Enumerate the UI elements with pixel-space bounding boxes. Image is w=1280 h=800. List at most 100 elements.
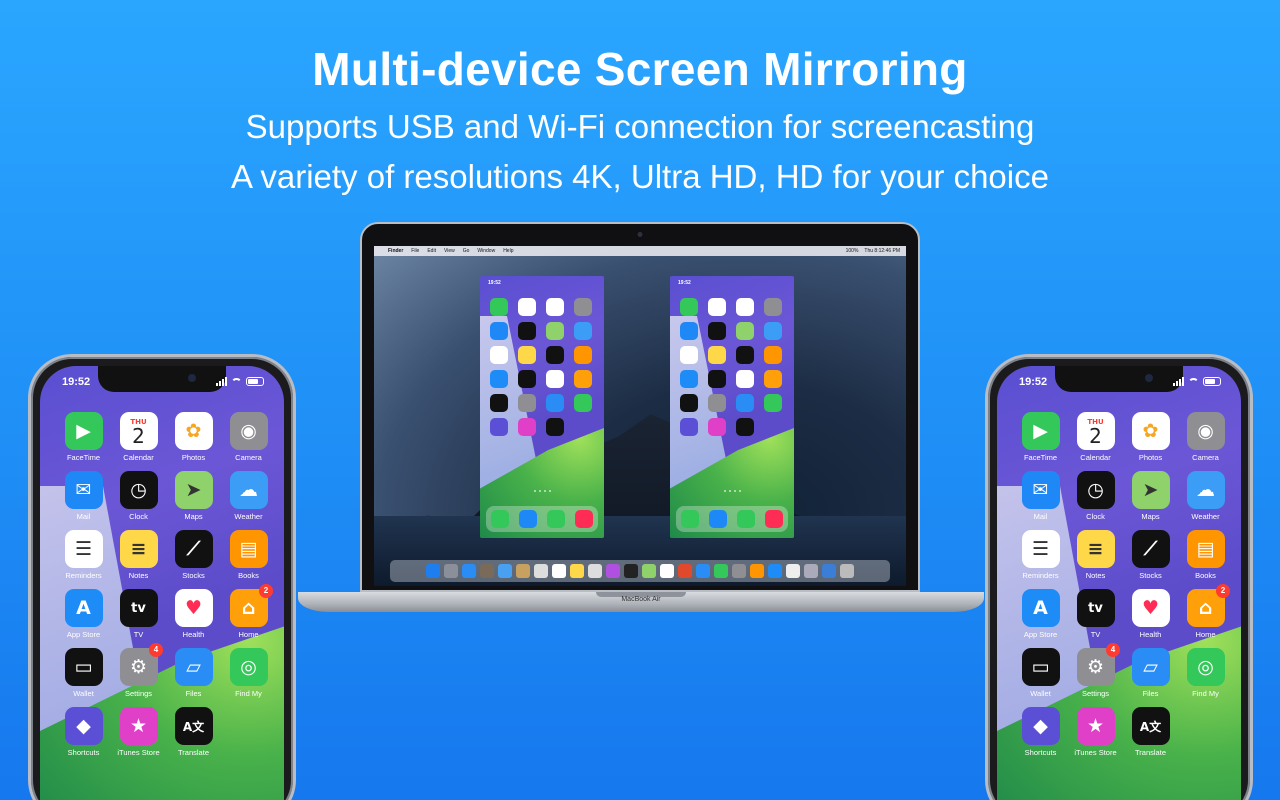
app-calendar[interactable]: THU 2 Calendar bbox=[111, 412, 166, 462]
app-maps[interactable]: ➤ Maps bbox=[166, 471, 221, 521]
health-icon: ♥ bbox=[174, 589, 213, 627]
tv-icon: tv bbox=[119, 589, 158, 627]
app-label: Weather bbox=[234, 512, 263, 521]
app-home[interactable]: ⌂ 2 Home bbox=[221, 584, 276, 639]
app-weather[interactable]: ☁ Weather bbox=[1178, 471, 1233, 521]
menu-file[interactable]: File bbox=[411, 248, 419, 254]
app-wallet[interactable]: ▭ Wallet bbox=[56, 648, 111, 698]
status-icons bbox=[1173, 377, 1221, 386]
app-clock[interactable]: ◷ Clock bbox=[111, 471, 166, 521]
app-label: iTunes Store bbox=[1074, 748, 1117, 757]
mirror-clock-icon bbox=[518, 322, 536, 340]
app-facetime[interactable]: ▶ FaceTime bbox=[56, 412, 111, 462]
camera-icon: ◉ bbox=[1186, 412, 1225, 450]
app-weather[interactable]: ☁ Weather bbox=[221, 471, 276, 521]
menu-window[interactable]: Window bbox=[477, 248, 495, 254]
app-maps[interactable]: ➤ Maps bbox=[1123, 471, 1178, 521]
app-files[interactable]: ▱ Files bbox=[1123, 648, 1178, 698]
app-app-store[interactable]: A App Store bbox=[56, 589, 111, 639]
app-find-my[interactable]: ◎ Find My bbox=[1178, 648, 1233, 698]
mirror-tv-icon bbox=[708, 370, 726, 388]
menu-help[interactable]: Help bbox=[503, 248, 513, 254]
app-label: TV bbox=[133, 630, 144, 639]
menubar-clock[interactable]: Thu 8:12:46 PM bbox=[864, 248, 900, 254]
app-app-store[interactable]: A App Store bbox=[1013, 589, 1068, 639]
headline-line-1: Supports USB and Wi-Fi connection for sc… bbox=[245, 108, 1035, 145]
status-time: 19:52 bbox=[1019, 376, 1048, 388]
app-files[interactable]: ▱ Files bbox=[166, 648, 221, 698]
app-photos[interactable]: ✿ Photos bbox=[166, 412, 221, 462]
app-settings[interactable]: ⚙ 4 Settings bbox=[1068, 643, 1123, 698]
app-tv[interactable]: tv TV bbox=[111, 589, 166, 639]
shortcuts-icon: ◆ bbox=[1021, 707, 1060, 745]
app-mail[interactable]: ✉ Mail bbox=[1013, 471, 1068, 521]
app-tv[interactable]: tv TV bbox=[1068, 589, 1123, 639]
app-itunes-store[interactable]: ★ iTunes Store bbox=[1068, 707, 1123, 757]
app-label: Find My bbox=[235, 689, 262, 698]
app-camera[interactable]: ◉ Camera bbox=[1178, 412, 1233, 462]
app-label: TV bbox=[1090, 630, 1101, 639]
app-reminders[interactable]: ☰ Reminders bbox=[56, 530, 111, 580]
mirror-window-2[interactable]: 19:52 bbox=[670, 276, 794, 538]
app-translate[interactable]: A文 Translate bbox=[166, 707, 221, 757]
tv-icon: tv bbox=[1076, 589, 1115, 627]
iphone-right: 19:52 ▶ FaceTime THU 2 Calendar ✿ Photos ◉ Camer… bbox=[985, 354, 1253, 800]
app-itunes-store[interactable]: ★ iTunes Store bbox=[111, 707, 166, 757]
app-store-icon: A bbox=[1021, 589, 1060, 627]
mail-icon: ✉ bbox=[1021, 471, 1060, 509]
menu-view[interactable]: View bbox=[444, 248, 455, 254]
app-stocks[interactable]: ⟋ Stocks bbox=[1123, 530, 1178, 580]
books-icon: ▤ bbox=[1186, 530, 1225, 568]
app-books[interactable]: ▤ Books bbox=[221, 530, 276, 580]
app-reminders[interactable]: ☰ Reminders bbox=[1013, 530, 1068, 580]
app-notes[interactable]: ≡ Notes bbox=[1068, 530, 1123, 580]
mirror-window-1[interactable]: 19:52 bbox=[480, 276, 604, 538]
app-shortcuts[interactable]: ◆ Shortcuts bbox=[1013, 707, 1068, 757]
app-camera[interactable]: ◉ Camera bbox=[221, 412, 276, 462]
app-health[interactable]: ♥ Health bbox=[166, 589, 221, 639]
app-home[interactable]: ⌂ 2 Home bbox=[1178, 584, 1233, 639]
app-label: Stocks bbox=[1139, 571, 1162, 580]
app-label: Shortcuts bbox=[1024, 748, 1057, 757]
stocks-icon: ⟋ bbox=[1131, 530, 1170, 568]
mirror-facetime-icon bbox=[490, 298, 508, 316]
app-stocks[interactable]: ⟋ Stocks bbox=[166, 530, 221, 580]
app-label: Books bbox=[1195, 571, 1216, 580]
app-books[interactable]: ▤ Books bbox=[1178, 530, 1233, 580]
app-settings[interactable]: ⚙ 4 Settings bbox=[111, 643, 166, 698]
app-health[interactable]: ♥ Health bbox=[1123, 589, 1178, 639]
mirror-maps-icon bbox=[546, 322, 564, 340]
weather-icon: ☁ bbox=[229, 471, 268, 509]
app-label: Shortcuts bbox=[67, 748, 100, 757]
files-icon: ▱ bbox=[1131, 648, 1170, 686]
app-find-my[interactable]: ◎ Find My bbox=[221, 648, 276, 698]
mirror-app-grid bbox=[676, 298, 788, 436]
mirror-health-icon bbox=[736, 370, 754, 388]
app-notes[interactable]: ≡ Notes bbox=[111, 530, 166, 580]
app-clock[interactable]: ◷ Clock bbox=[1068, 471, 1123, 521]
menu-go[interactable]: Go bbox=[463, 248, 470, 254]
app-label: Reminders bbox=[1022, 571, 1059, 580]
macbook-lid: Finder File Edit View Go Window Help 100… bbox=[360, 222, 920, 592]
notification-badge: 4 bbox=[1106, 643, 1120, 657]
app-facetime[interactable]: ▶ FaceTime bbox=[1013, 412, 1068, 462]
menu-finder[interactable]: Finder bbox=[388, 248, 403, 254]
mirror-home-icon bbox=[574, 370, 592, 388]
mirror-status-time: 19:52 bbox=[678, 280, 691, 286]
app-wallet[interactable]: ▭ Wallet bbox=[1013, 648, 1068, 698]
app-label: Clock bbox=[129, 512, 148, 521]
mirror-books-icon bbox=[574, 346, 592, 364]
app-label: Stocks bbox=[182, 571, 205, 580]
battery-percent[interactable]: 100% bbox=[846, 248, 859, 254]
app-photos[interactable]: ✿ Photos bbox=[1123, 412, 1178, 462]
mirror-maps-icon bbox=[736, 322, 754, 340]
mirror-stocks-icon bbox=[736, 346, 754, 364]
app-translate[interactable]: A文 Translate bbox=[1123, 707, 1178, 757]
menu-edit[interactable]: Edit bbox=[427, 248, 436, 254]
battery-icon bbox=[1203, 377, 1221, 386]
mirror-status-time: 19:52 bbox=[488, 280, 501, 286]
translate-icon: A文 bbox=[174, 707, 213, 745]
app-mail[interactable]: ✉ Mail bbox=[56, 471, 111, 521]
app-calendar[interactable]: THU 2 Calendar bbox=[1068, 412, 1123, 462]
app-shortcuts[interactable]: ◆ Shortcuts bbox=[56, 707, 111, 757]
